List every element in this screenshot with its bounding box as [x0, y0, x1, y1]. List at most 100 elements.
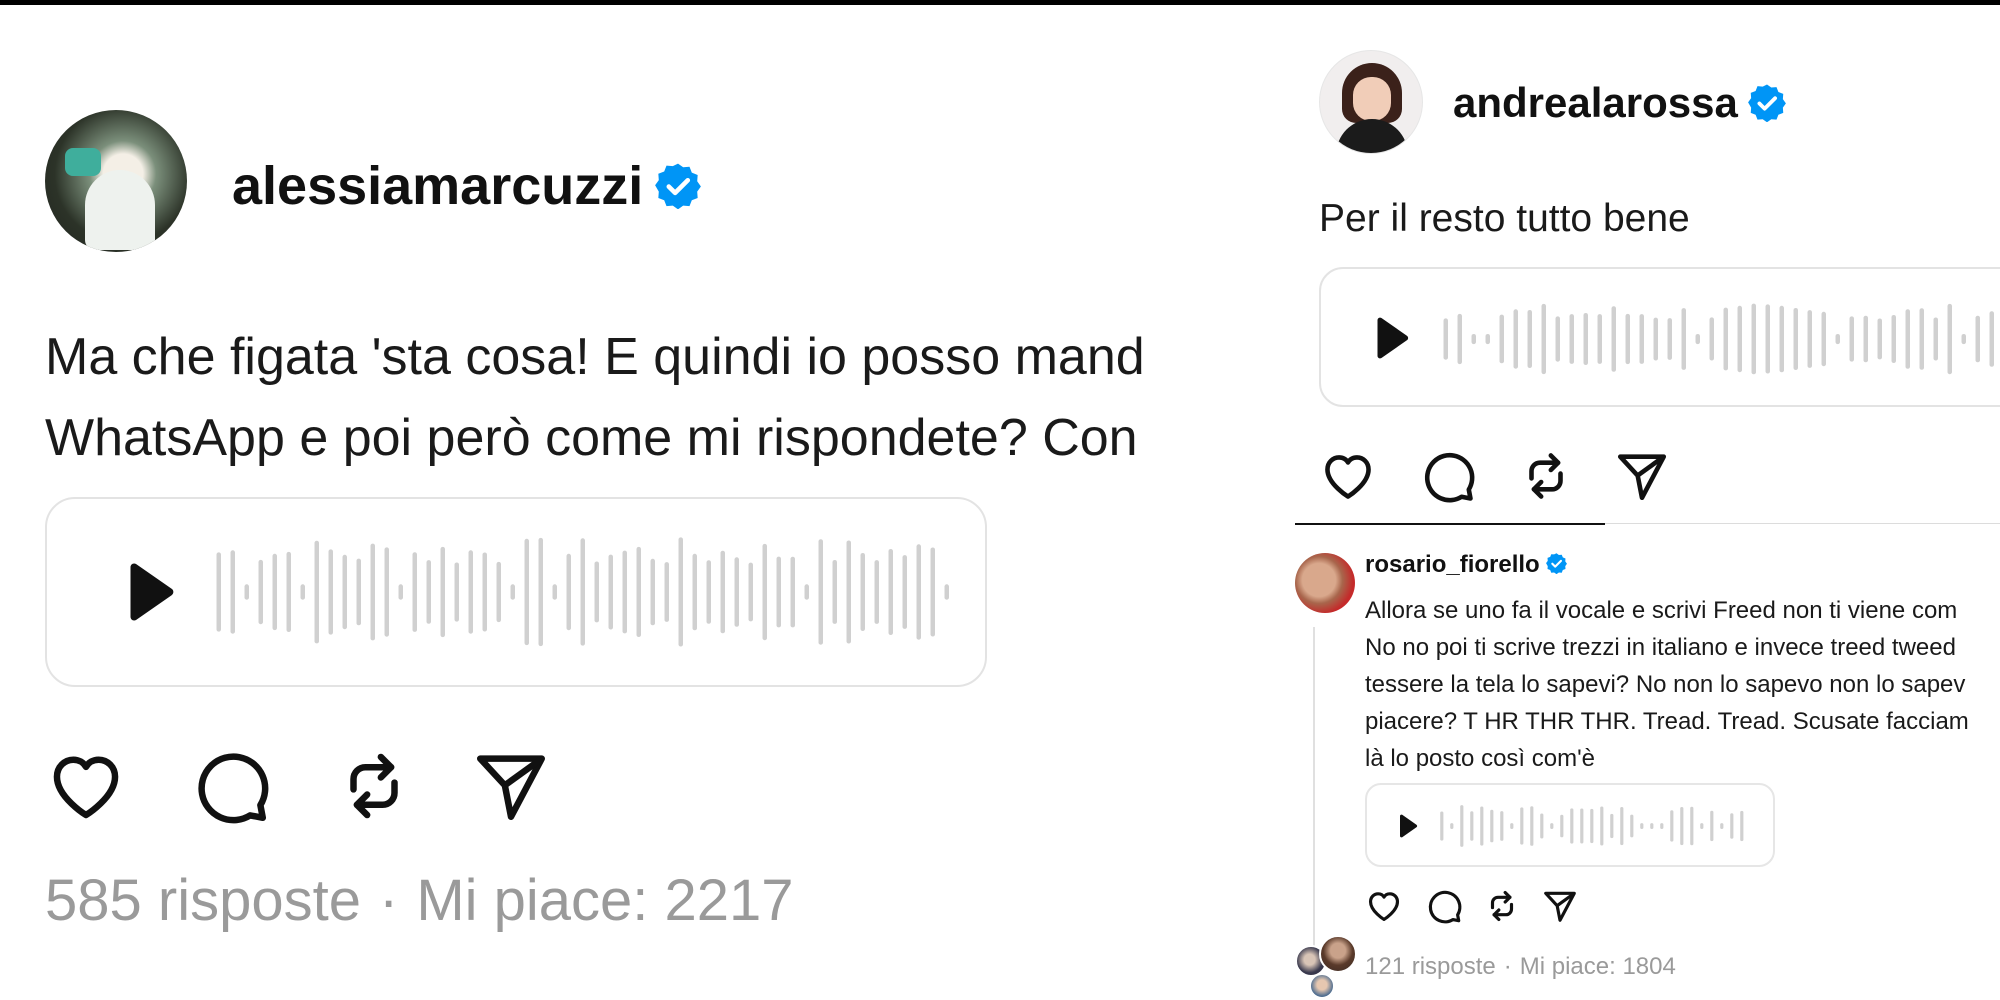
waveform-bar: [1667, 318, 1672, 360]
waveform-bar: [1611, 306, 1616, 372]
waveform-bar: [216, 552, 221, 632]
post-text-line: WhatsApp e poi però come mi rispondete? …: [45, 409, 1138, 467]
waveform-bar: [1779, 305, 1784, 373]
waveform-bar: [664, 562, 669, 622]
replier-avatar[interactable]: [1309, 973, 1335, 999]
comment-icon[interactable]: [190, 745, 272, 827]
audio-waveform[interactable]: [1439, 303, 1999, 375]
waveform-bar: [1933, 317, 1938, 361]
replies-count[interactable]: 585 risposte: [45, 868, 361, 933]
separator: ·: [378, 868, 399, 933]
waveform-bar: [720, 550, 725, 634]
waveform-bar: [1625, 313, 1630, 365]
heart-icon[interactable]: [1365, 887, 1403, 925]
waveform-bar: [1849, 316, 1854, 362]
waveform-bar: [496, 561, 501, 623]
likes-count[interactable]: Mi piace: 2217: [416, 868, 793, 933]
waveform-bar: [874, 560, 879, 624]
repost-icon[interactable]: [333, 745, 415, 827]
replies-count[interactable]: 121 risposte: [1365, 953, 1496, 980]
waveform-bar: [916, 544, 921, 640]
waveform-bar: [1751, 303, 1756, 375]
audio-waveform[interactable]: [1437, 805, 1753, 847]
repost-icon[interactable]: [1517, 447, 1575, 505]
waveform-bar: [1457, 313, 1462, 365]
waveform-bar: [692, 553, 697, 631]
waveform-bar: [930, 547, 935, 637]
waveform-bar: [1653, 317, 1658, 361]
waveform-bar: [1835, 334, 1840, 345]
waveform-bar: [1490, 809, 1494, 843]
waveform-bar: [1520, 807, 1524, 845]
waveform-bar: [1499, 314, 1504, 364]
play-icon[interactable]: [113, 557, 183, 627]
audio-player: [1319, 267, 2000, 407]
repost-icon[interactable]: [1483, 887, 1521, 925]
waveform-bar: [1555, 316, 1560, 362]
comment-icon[interactable]: [1419, 447, 1477, 505]
username[interactable]: rosario_fiorello: [1365, 551, 1540, 578]
waveform-bar: [1590, 808, 1594, 844]
waveform-bar: [370, 543, 375, 641]
waveform-bar: [1540, 813, 1544, 839]
waveform-bar: [832, 560, 837, 624]
waveform-bar: [1975, 315, 1980, 363]
waveform-bar: [762, 543, 767, 641]
waveform-bar: [1541, 303, 1546, 375]
divider: [1605, 523, 2000, 524]
waveform-bar: [566, 553, 571, 631]
thread-line: [1313, 627, 1315, 947]
waveform-bar: [552, 584, 557, 600]
comment-icon[interactable]: [1425, 887, 1463, 925]
post-stats: 585 risposte · Mi piace: 2217: [45, 867, 794, 934]
waveform-bar: [342, 554, 347, 630]
play-icon[interactable]: [1393, 812, 1421, 840]
play-icon[interactable]: [1365, 313, 1415, 363]
share-icon[interactable]: [1541, 887, 1579, 925]
waveform-bar: [818, 539, 823, 645]
heart-icon[interactable]: [45, 745, 127, 827]
waveform-bar: [1570, 808, 1574, 844]
waveform-bar: [1650, 823, 1654, 829]
waveform-bar: [272, 553, 277, 631]
comment-text-line: tessere la tela lo sapevi? No non lo sap…: [1365, 671, 1966, 698]
comment-author[interactable]: rosario_fiorello: [1365, 551, 1567, 579]
comment-stats: 121 risposte · Mi piace: 1804: [1365, 953, 1676, 981]
replier-avatar[interactable]: [1319, 935, 1357, 973]
waveform-bar: [1440, 811, 1444, 841]
waveform-bar: [1670, 810, 1674, 842]
waveform-bar: [244, 584, 249, 600]
waveform-bar: [440, 546, 445, 638]
username[interactable]: andrealarossa: [1453, 79, 1738, 126]
share-icon[interactable]: [470, 745, 552, 827]
waveform-bar: [846, 540, 851, 644]
share-icon[interactable]: [1613, 447, 1671, 505]
likes-count[interactable]: Mi piace: 1804: [1520, 953, 1676, 980]
post-author[interactable]: andrealarossa: [1453, 79, 1786, 127]
comment-text: Allora se uno fa il vocale e scrivi Free…: [1365, 592, 2000, 777]
waveform-bar: [1443, 318, 1448, 360]
avatar[interactable]: [45, 110, 187, 252]
waveform-bar: [1640, 823, 1644, 829]
waveform-bar: [1961, 334, 1966, 345]
avatar[interactable]: [1319, 50, 1423, 154]
waveform-bar: [1630, 814, 1634, 838]
comment-text-line: Allora se uno fa il vocale e scrivi Free…: [1365, 597, 1958, 624]
avatar[interactable]: [1295, 553, 1355, 613]
waveform-bar: [1765, 304, 1770, 374]
waveform-bar: [1580, 808, 1584, 844]
waveform-bar: [1919, 308, 1924, 370]
audio-waveform[interactable]: [212, 537, 952, 647]
waveform-bar: [860, 553, 865, 631]
heart-icon[interactable]: [1319, 447, 1377, 505]
audio-player: [1365, 783, 1775, 867]
waveform-bar: [1737, 305, 1742, 373]
waveform-bar: [1710, 810, 1714, 842]
waveform-bar: [790, 556, 795, 628]
username[interactable]: alessiamarcuzzi: [232, 156, 643, 216]
waveform-bar: [1877, 318, 1882, 360]
post-author[interactable]: alessiamarcuzzi: [232, 155, 702, 217]
waveform-bar: [1597, 314, 1602, 364]
post-text: Per il resto tutto bene: [1319, 197, 1690, 240]
waveform-bar: [650, 558, 655, 626]
